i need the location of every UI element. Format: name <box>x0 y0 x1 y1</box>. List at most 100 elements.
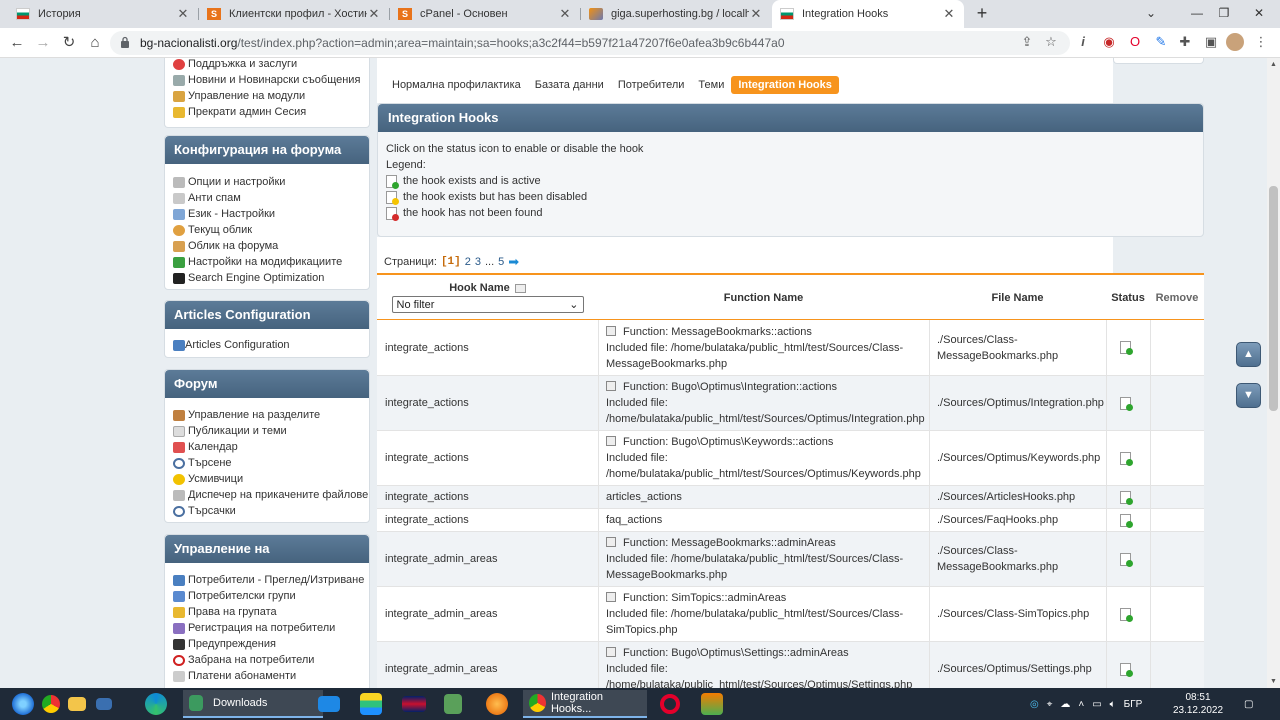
pager-page-last[interactable]: 5 <box>498 256 504 268</box>
tab-database[interactable]: Базата данни <box>528 76 611 94</box>
scroll-down-button[interactable]: ▼ <box>1236 383 1261 408</box>
taskbar-opera[interactable] <box>660 690 680 718</box>
chevron-up-icon[interactable]: ˄ <box>1078 699 1084 710</box>
pager-page-2[interactable]: 2 <box>465 256 471 268</box>
browser-tab-phpmyadmin[interactable]: giga.superhosting.bg / localhost ✕ <box>581 0 771 28</box>
hook-filter-select[interactable]: No filter ⌄ <box>391 296 584 313</box>
back-button[interactable]: ← <box>6 32 28 54</box>
extensions-puzzle-icon[interactable]: ✚ <box>1176 33 1194 51</box>
sidebar-item-calendar[interactable]: Календар <box>173 439 369 455</box>
sidebar-item-antispam[interactable]: Анти спам <box>173 190 369 206</box>
scroll-down-arrow-icon[interactable]: ▼ <box>1269 677 1278 686</box>
tab-topics[interactable]: Теми <box>691 76 731 94</box>
browser-tab-client-profile[interactable]: S Клиентски профил - Хостинг ак ✕ <box>199 0 389 28</box>
taskbar-mail[interactable] <box>318 690 340 718</box>
tab-search-icon[interactable]: ⌄ <box>1128 0 1174 28</box>
sidebar-item-support[interactable]: Поддръжка и заслуги <box>173 58 369 72</box>
taskbar-layers-app[interactable] <box>701 690 723 718</box>
new-tab-button[interactable]: + <box>972 4 992 24</box>
sidebar-item-language[interactable]: Език - Настройки <box>173 206 369 222</box>
close-window-button[interactable]: ✕ <box>1236 0 1280 28</box>
clock[interactable]: 08:51 23.12.2022 г. <box>1172 691 1224 720</box>
hook-active-icon[interactable] <box>1120 490 1133 505</box>
tray-app-icon[interactable]: ⌖ <box>1047 699 1053 710</box>
taskbar-chrome-pinned[interactable] <box>42 690 60 718</box>
tab-members[interactable]: Потребители <box>611 76 692 94</box>
network-icon[interactable]: ▭ <box>1092 699 1101 710</box>
taskbar-language-flag[interactable] <box>402 690 426 718</box>
sidebar-item-ban[interactable]: Забрана на потребители <box>173 652 369 668</box>
sidebar-item-boards[interactable]: Управление на разделите <box>173 407 369 423</box>
sidebar-item-mod-settings[interactable]: Настройки на модификациите <box>173 254 369 270</box>
taskbar-firefox[interactable] <box>486 690 508 718</box>
hook-active-icon[interactable] <box>1120 662 1133 677</box>
sidebar-item-permissions[interactable]: Права на групата <box>173 604 369 620</box>
sidebar-item-warnings[interactable]: Предупреждения <box>173 636 369 652</box>
sidebar-item-end-session[interactable]: Прекрати админ Сесия <box>173 104 369 120</box>
sidebar-item-members[interactable]: Потребители - Преглед/Изтриване <box>173 572 369 588</box>
close-icon[interactable]: ✕ <box>749 6 763 22</box>
hook-active-icon[interactable] <box>1120 552 1133 567</box>
sidepanel-icon[interactable]: ▣ <box>1202 33 1220 51</box>
hook-active-icon[interactable] <box>1120 341 1133 355</box>
sidebar-item-registration[interactable]: Регистрация на потребители <box>173 620 369 636</box>
home-button[interactable]: ⌂ <box>84 32 106 54</box>
sidebar-item-membergroups[interactable]: Потребителски групи <box>173 588 369 604</box>
sidebar-item-seo[interactable]: Search Engine Optimization <box>173 270 369 286</box>
notifications-icon[interactable]: ▢ <box>1244 688 1253 720</box>
sidebar-item-search-engines[interactable]: Търсачки <box>173 503 369 519</box>
tab-integration-hooks[interactable]: Integration Hooks <box>731 76 839 94</box>
hook-active-icon[interactable] <box>1120 451 1133 466</box>
taskbar-stack-app[interactable] <box>360 690 382 718</box>
close-icon[interactable]: ✕ <box>558 6 572 22</box>
sidebar-item-attachments[interactable]: Диспечер на прикачените файлове <box>173 487 369 503</box>
address-bar[interactable]: bg-nacionalisti.org/test/index.php?actio… <box>110 31 1070 55</box>
share-icon[interactable]: ⇪ <box>1018 33 1036 51</box>
extension-i-icon[interactable]: i <box>1074 33 1092 51</box>
sidebar-item-smileys[interactable]: Усмивчици <box>173 471 369 487</box>
sidebar-item-subscriptions[interactable]: Платени абонаменти <box>173 668 369 684</box>
opera-extension-icon[interactable]: O <box>1126 33 1144 51</box>
profile-avatar-icon[interactable] <box>1226 33 1244 51</box>
browser-tab-integration-hooks[interactable]: Integration Hooks ✕ <box>772 0 964 28</box>
tray-app-icon[interactable]: ◎ <box>1030 699 1039 710</box>
bookmark-star-icon[interactable]: ☆ <box>1042 33 1060 51</box>
browser-tab-history[interactable]: История ✕ <box>8 0 198 28</box>
close-icon[interactable]: ✕ <box>367 6 381 22</box>
taskbar-downloads[interactable]: Downloads <box>183 690 323 718</box>
close-icon[interactable]: ✕ <box>176 6 190 22</box>
sort-icon[interactable] <box>514 283 526 293</box>
forward-button[interactable]: → <box>32 32 54 54</box>
reload-button[interactable]: ↻ <box>58 32 80 54</box>
taskbar-chrome-active[interactable]: Integration Hooks... <box>523 690 647 718</box>
tab-routine-maintenance[interactable]: Нормална профилактика <box>385 76 528 94</box>
scrollbar-thumb[interactable] <box>1269 186 1278 411</box>
menu-dots-icon[interactable]: ⋮ <box>1252 33 1270 51</box>
column-header-label[interactable]: Hook Name <box>449 282 510 294</box>
hook-active-icon[interactable] <box>1120 513 1133 528</box>
sidebar-item-posts[interactable]: Публикации и теми <box>173 423 369 439</box>
pen-extension-icon[interactable]: ✎ <box>1152 33 1170 51</box>
sidebar-item-packages[interactable]: Управление на модули <box>173 88 369 104</box>
extension-record-icon[interactable]: ◉ <box>1100 33 1118 51</box>
hook-active-icon[interactable] <box>1120 396 1133 411</box>
taskbar-desktop[interactable] <box>96 690 112 718</box>
pager-page-3[interactable]: 3 <box>475 256 481 268</box>
volume-icon[interactable]: 🔈︎ <box>1110 699 1116 710</box>
scroll-up-arrow-icon[interactable]: ▲ <box>1269 60 1278 69</box>
onedrive-icon[interactable]: ☁ <box>1060 699 1070 710</box>
sidebar-item-news[interactable]: Новини и Новинарски съобщения <box>173 72 369 88</box>
sidebar-item-articles-config[interactable]: Articles Configuration <box>173 337 369 353</box>
language-indicator[interactable]: БГР <box>1124 699 1143 710</box>
browser-tab-cpanel[interactable]: S cPanel - Основен ✕ <box>390 0 580 28</box>
scroll-up-button[interactable]: ▲ <box>1236 342 1261 367</box>
arrow-right-icon[interactable]: ➡ <box>508 254 519 270</box>
sidebar-item-forum-theme[interactable]: Облик на форума <box>173 238 369 254</box>
taskbar-notepad[interactable] <box>444 690 462 718</box>
taskbar-edge[interactable] <box>145 690 167 718</box>
start-button[interactable] <box>12 690 34 718</box>
hook-active-icon[interactable] <box>1120 607 1133 622</box>
taskbar-explorer[interactable] <box>68 690 86 718</box>
sidebar-item-current-theme[interactable]: Текущ облик <box>173 222 369 238</box>
sidebar-item-search[interactable]: Търсене <box>173 455 369 471</box>
